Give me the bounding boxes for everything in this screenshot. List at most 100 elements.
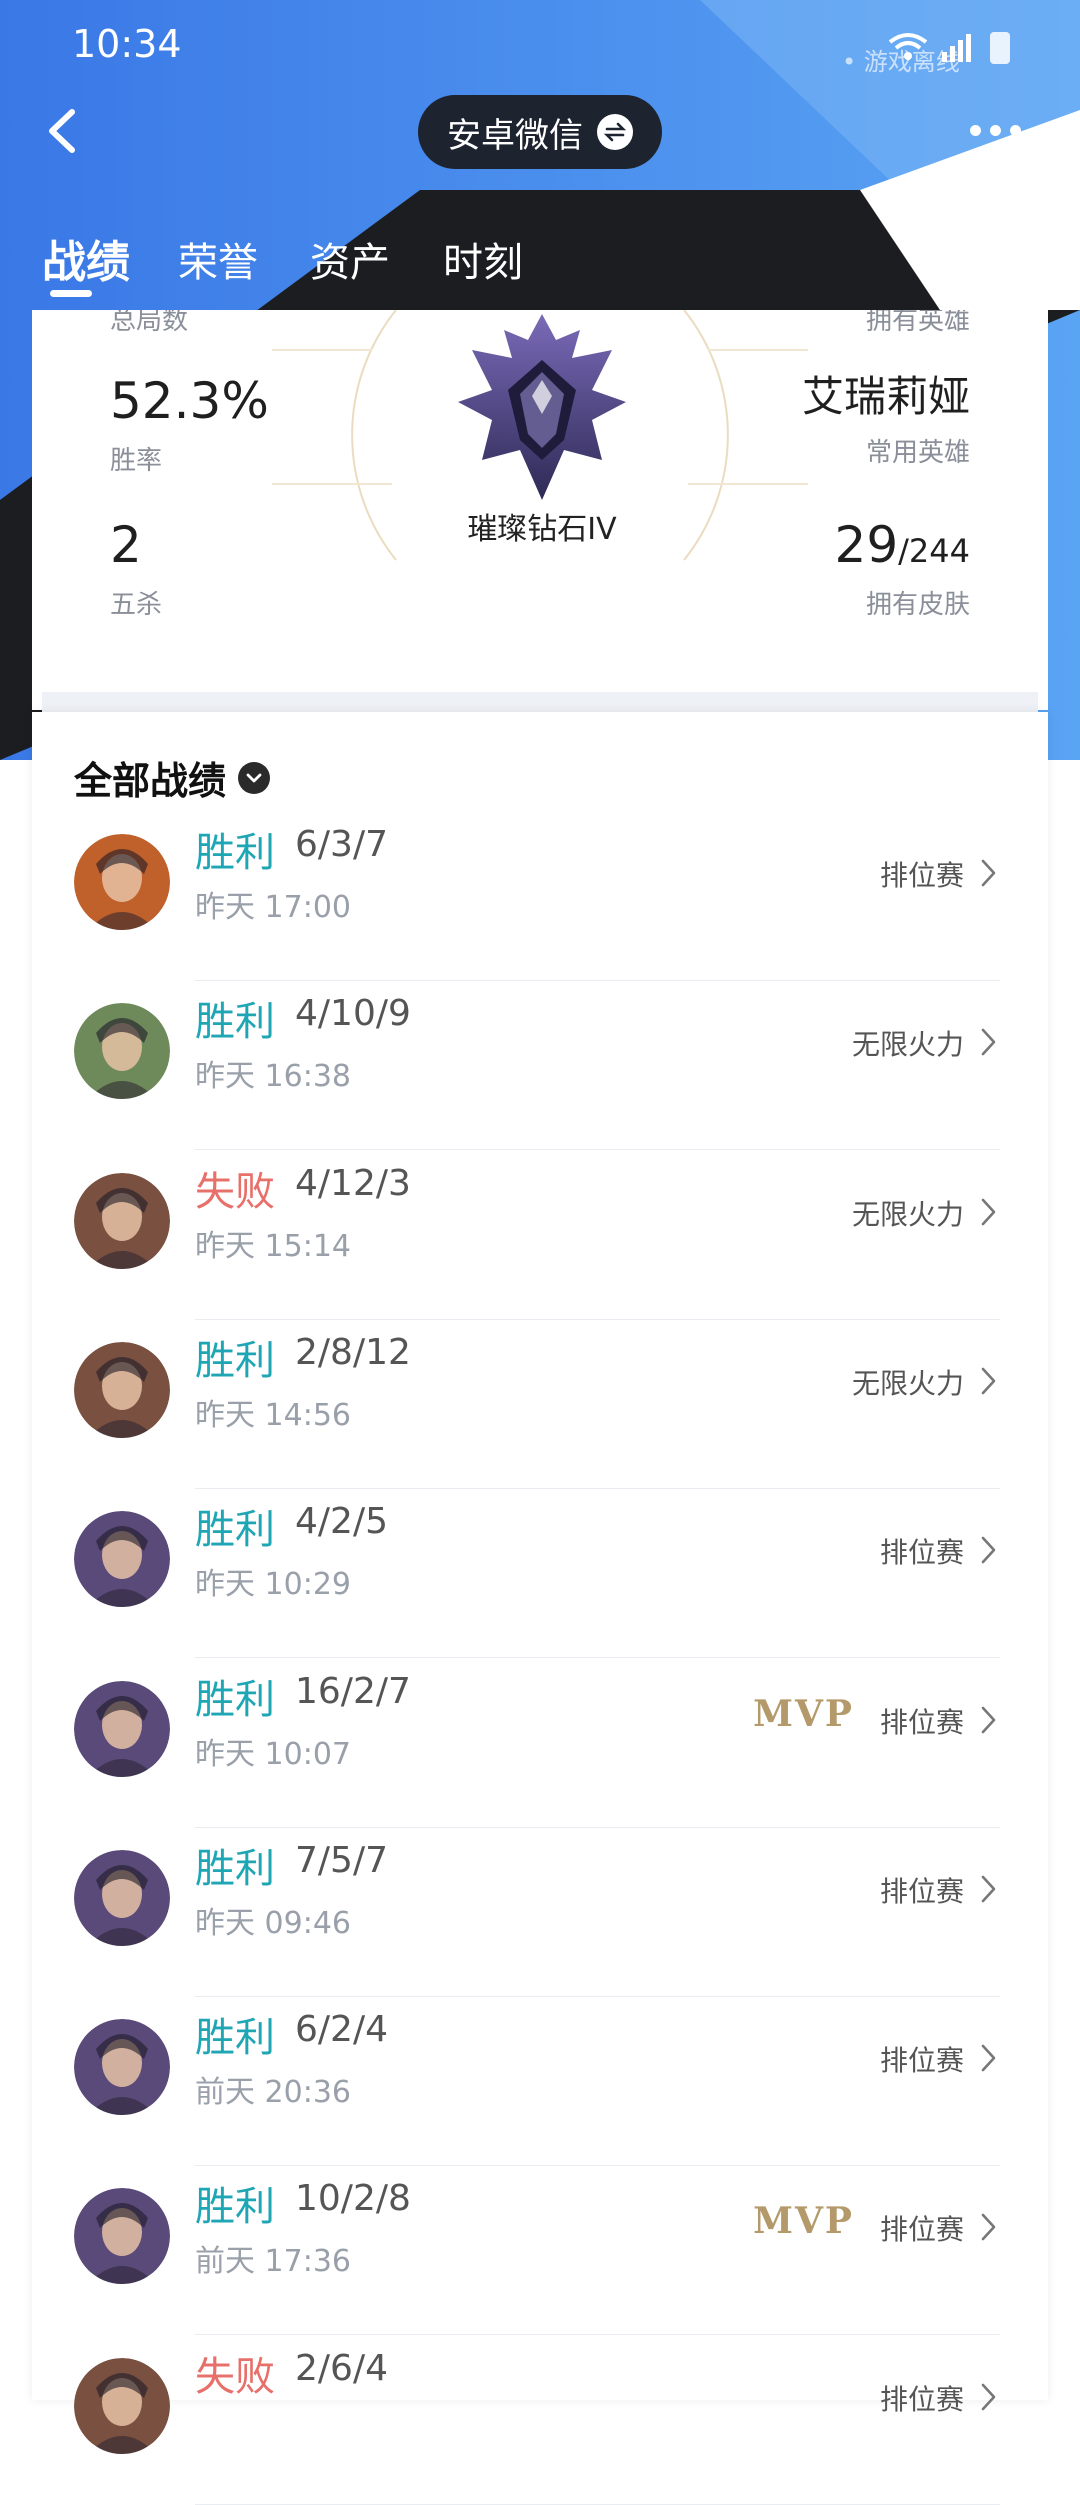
more-dot-icon: [1009, 124, 1021, 136]
match-row[interactable]: 胜利 4/10/9 昨天 16:38 无限火力: [32, 981, 1048, 1151]
chevron-right-icon: [981, 1198, 996, 1225]
chevron-right-icon: [981, 1028, 996, 1056]
match-row[interactable]: 胜利 6/3/7 昨天 17:00 排位赛: [32, 812, 1048, 981]
active-tab-indicator: [50, 290, 92, 297]
chevron-down-icon: [238, 761, 271, 794]
chevron-left-icon: [49, 109, 75, 153]
skins-count: 29: [834, 516, 899, 574]
match-kda: 6/2/4: [295, 2009, 388, 2051]
stats-card: 总局数 拥有英雄 52.3% 胜率 2 五杀 艾瑞莉娅 常用英雄 29/244 …: [32, 310, 1048, 710]
match-kda: 7/5/7: [295, 1839, 388, 1881]
match-filter-dropdown[interactable]: 全部战绩: [74, 750, 271, 805]
chevron-right-icon: [981, 2044, 996, 2072]
tab-record[interactable]: 战绩: [42, 226, 130, 290]
tab-honor[interactable]: 荣誉: [178, 230, 258, 288]
swap-icon: [597, 114, 633, 150]
match-row[interactable]: 失败 4/12/3 昨天 15:14 无限火力: [32, 1151, 1048, 1320]
rank-name: 璀璨钻石IV: [467, 512, 617, 547]
match-mode: 无限火力: [851, 1366, 964, 1400]
champion-avatar: [74, 2019, 170, 2116]
match-result: 失败: [195, 1168, 275, 1215]
champion-avatar: [74, 1003, 170, 1100]
match-row[interactable]: 胜利 6/2/4 前天 20:36 排位赛: [32, 1997, 1048, 2167]
account-switch-button[interactable]: 安卓微信: [418, 95, 662, 169]
champion-avatar: [74, 2188, 170, 2285]
match-kda: 16/2/7: [295, 1670, 411, 1712]
match-row[interactable]: 胜利 10/2/8 前天 17:36 MVP 排位赛: [32, 2166, 1048, 2336]
match-time: 昨天 17:00: [195, 890, 351, 925]
match-time: 昨天 16:38: [195, 1059, 351, 1095]
skins-label: 拥有皮肤: [865, 590, 970, 620]
match-kda: 6/3/7: [295, 824, 388, 865]
more-dot-icon: [969, 124, 981, 136]
champion-avatar: [74, 1341, 170, 1438]
favorite-champion-label: 常用英雄: [865, 438, 970, 468]
win-rate-stat: 52.3% 胜率: [110, 376, 269, 477]
mvp-badge: MVP: [753, 1692, 854, 1735]
penta-kill-label: 五杀: [110, 590, 163, 620]
match-kda: 2/8/12: [295, 1331, 411, 1373]
match-result: 胜利: [195, 2015, 275, 2062]
win-rate-value: 52.3%: [110, 372, 269, 430]
chevron-right-icon: [981, 1367, 996, 1395]
match-row[interactable]: 胜利 4/2/5 昨天 10:29 排位赛: [32, 1489, 1048, 1659]
match-result: 胜利: [195, 2184, 275, 2231]
favorite-champion-value: 艾瑞莉娅: [801, 372, 970, 421]
skins-stat[interactable]: 29/244 拥有皮肤: [835, 520, 970, 621]
match-kda: 2/6/4: [295, 2347, 388, 2389]
signal-battery-icon: [888, 32, 1010, 64]
penta-kill-value: 2: [110, 516, 142, 574]
tab-bar: 战绩 荣誉 资产 时刻: [0, 220, 700, 310]
skins-total: /244: [898, 532, 970, 570]
match-row[interactable]: 胜利 7/5/7 昨天 09:46 排位赛: [32, 1828, 1048, 1997]
match-mode: 排位赛: [879, 1705, 964, 1739]
back-button[interactable]: [30, 96, 100, 166]
match-row[interactable]: 胜利 2/8/12 昨天 14:56 无限火力: [32, 1320, 1048, 1489]
match-result: 失败: [195, 2353, 275, 2400]
champion-avatar: [74, 834, 170, 930]
chevron-right-icon: [981, 1706, 996, 1733]
match-kda: 4/2/5: [295, 1501, 388, 1543]
champion-avatar: [74, 1680, 170, 1777]
match-result: 胜利: [195, 1676, 275, 1723]
match-mode: 无限火力: [851, 1197, 964, 1231]
match-row[interactable]: 失败 2/6/4 排位赛: [32, 2336, 1048, 2505]
match-row[interactable]: 胜利 16/2/7 昨天 10:07 MVP 排位赛: [32, 1659, 1048, 1828]
match-mode: 排位赛: [879, 1536, 964, 1570]
match-kda: 4/12/3: [295, 1162, 411, 1204]
chevron-right-icon: [981, 1536, 996, 1564]
match-result: 胜利: [195, 830, 275, 876]
favorite-champion-stat[interactable]: 艾瑞莉娅 常用英雄: [802, 376, 970, 469]
more-dot-icon: [989, 124, 1001, 136]
match-time: 昨天 10:29: [195, 1567, 351, 1603]
penta-kill-stat: 2 五杀: [110, 520, 162, 621]
chevron-right-icon: [981, 859, 996, 887]
match-mode: 排位赛: [879, 2044, 964, 2078]
match-list-panel: 全部战绩 胜利 6/3/7 昨天 17:00 排位赛 胜利 4/10/9 昨天 …: [32, 712, 1048, 2505]
match-filter-label: 全部战绩: [74, 759, 227, 803]
match-result: 胜利: [195, 1337, 275, 1384]
mvp-badge: MVP: [753, 2200, 854, 2243]
match-mode: 排位赛: [879, 859, 964, 892]
tab-moments[interactable]: 时刻: [443, 230, 523, 288]
chevron-right-icon: [981, 1875, 996, 1903]
chevron-right-icon: [981, 2383, 996, 2410]
champion-avatar: [74, 2357, 170, 2454]
match-time: 昨天 14:56: [195, 1397, 351, 1433]
match-time: 昨天 10:07: [195, 1736, 351, 1772]
champion-avatar: [74, 1511, 170, 1608]
match-mode: 排位赛: [879, 2382, 964, 2416]
diamond-rank-emblem-icon[interactable]: [452, 310, 632, 510]
match-time: 前天 17:36: [195, 2244, 351, 2280]
status-bar: 10:34 • 游戏离线: [0, 0, 1080, 96]
win-rate-label: 胜率: [110, 446, 163, 476]
tab-assets[interactable]: 资产: [310, 230, 390, 288]
match-result: 胜利: [195, 1845, 275, 1892]
more-options-button[interactable]: [960, 110, 1030, 150]
champion-avatar: [74, 1172, 170, 1269]
match-time: 昨天 15:14: [195, 1228, 351, 1264]
match-mode: 无限火力: [851, 1028, 964, 1062]
match-time: 昨天 09:46: [195, 1905, 351, 1941]
champion-avatar: [74, 1849, 170, 1946]
match-mode: 排位赛: [879, 2213, 964, 2247]
